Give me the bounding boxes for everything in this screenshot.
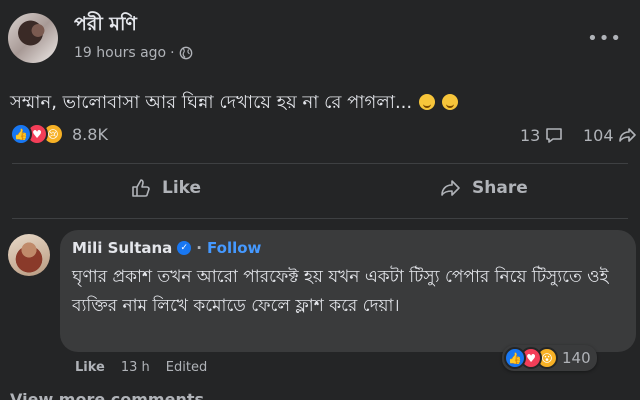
comment-reaction-summary[interactable]: 👍 ♥ 😮 140 [502, 345, 597, 371]
commenter-avatar[interactable] [8, 234, 50, 276]
comment-bubble: Mili Sultana ✓ · Follow ঘৃণার প্রকাশ তখন… [60, 230, 636, 352]
comment-header: Mili Sultana ✓ · Follow [72, 239, 624, 257]
share-arrow-icon [441, 180, 460, 196]
post-author-name[interactable]: পরী মণি [74, 10, 137, 42]
comment-count-value: 13 [520, 125, 541, 145]
verified-badge-icon: ✓ [177, 241, 192, 255]
comment-like-button[interactable]: Like [75, 360, 105, 375]
divider [12, 218, 628, 219]
like-reaction-icon: 👍 [10, 123, 32, 145]
smile-emoji-icon [418, 94, 435, 110]
comment-text: ঘৃণার প্রকাশ তখন আরো পারফেক্ট হয় যখন এক… [72, 267, 609, 316]
reaction-count[interactable]: 8.8K [72, 125, 108, 144]
share-label: Share [472, 178, 528, 198]
comment-actions: Like 13 h Edited [75, 360, 207, 375]
post-timestamp[interactable]: 19 hours ago [74, 45, 166, 61]
globe-icon[interactable] [179, 46, 193, 60]
like-button[interactable]: Like [130, 177, 201, 199]
post-text: সম্মান, ভালোবাসা আর ঘিন্না দেখায়ে হয় ন… [10, 88, 458, 119]
reaction-summary[interactable]: 👍 ♥ 😢 8.8K [10, 123, 108, 145]
share-count[interactable]: 104 [583, 125, 638, 145]
like-reaction-icon: 👍 [504, 347, 526, 369]
comment-count[interactable]: 13 [520, 125, 564, 145]
comment-icon [546, 128, 563, 143]
more-options-button[interactable]: ••• [587, 28, 622, 49]
comment-timestamp[interactable]: 13 h [121, 360, 150, 375]
post-meta: 19 hours ago · [74, 45, 193, 61]
comment-reaction-count: 140 [562, 349, 591, 367]
share-icon [618, 128, 636, 142]
author-avatar[interactable] [8, 13, 58, 63]
facebook-post: পরী মণি 19 hours ago · ••• সম্মান, ভালোব… [0, 0, 640, 400]
view-more-comments-link[interactable]: View more comments [10, 390, 204, 400]
comment-separator: · [196, 239, 202, 257]
thumbs-up-icon [132, 179, 150, 197]
share-button[interactable]: Share [440, 177, 528, 199]
meta-separator: · [170, 45, 175, 61]
share-count-value: 104 [583, 125, 614, 145]
comment-edited-label: Edited [165, 360, 208, 375]
like-label: Like [162, 178, 202, 198]
commenter-name[interactable]: Mili Sultana [72, 239, 172, 257]
relieved-emoji-icon [441, 94, 458, 110]
post-text-body: সম্মান, ভালোবাসা আর ঘিন্না দেখায়ে হয় ন… [10, 92, 413, 113]
divider [12, 163, 628, 164]
follow-button[interactable]: Follow [207, 239, 261, 257]
